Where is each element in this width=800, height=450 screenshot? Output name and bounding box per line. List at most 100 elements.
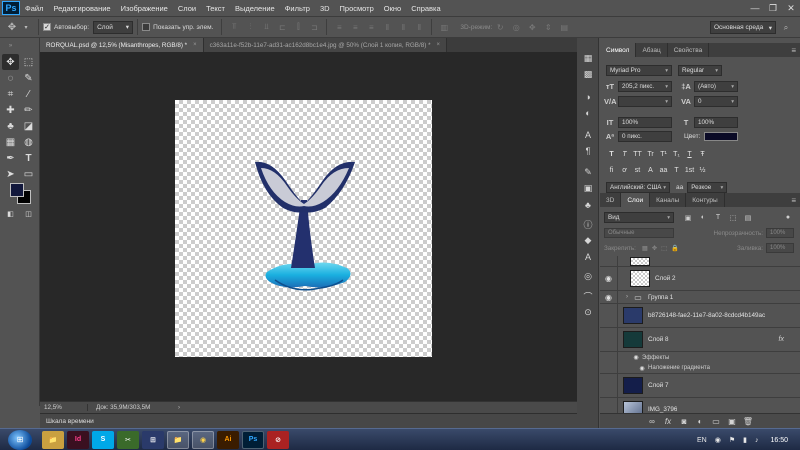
visibility-cell[interactable] <box>600 304 618 327</box>
distribute-top-icon[interactable]: ≡ <box>333 21 345 33</box>
channels-icon[interactable]: ◎ <box>581 270 595 283</box>
text-icon[interactable]: A <box>581 250 595 263</box>
blur-tool-icon[interactable]: ◍ <box>20 134 37 150</box>
visibility-cell[interactable] <box>600 256 618 266</box>
visibility-cell[interactable] <box>600 374 618 397</box>
autoselect-checkbox[interactable]: ✓ <box>43 23 51 31</box>
font-size-field[interactable]: 205,2 пикс. ▾ <box>618 81 672 92</box>
type-tool-icon[interactable]: T <box>20 150 37 166</box>
adjustments-icon[interactable]: ◐ <box>581 106 595 119</box>
default-colors-icon[interactable]: ◧ <box>2 206 19 222</box>
trash-icon[interactable]: 🗑 <box>743 416 754 427</box>
menu-layers[interactable]: Слои <box>173 4 201 13</box>
panel-menu-icon[interactable]: ≡ <box>791 193 796 207</box>
opacity-field[interactable]: 100% <box>766 228 794 238</box>
stylistic-alternates-button[interactable]: aa <box>658 165 669 176</box>
eye-icon[interactable]: ◉ <box>636 363 648 373</box>
antialias-select[interactable]: Резкое ▾ <box>687 182 728 193</box>
canvas-area[interactable] <box>40 52 598 401</box>
text-color-swatch[interactable] <box>704 132 739 141</box>
quick-mask-icon[interactable]: ◫ <box>20 206 37 222</box>
minimize-button[interactable]: — <box>746 0 764 16</box>
tab-properties[interactable]: Свойства <box>668 43 710 57</box>
visibility-cell[interactable]: ◉ <box>600 291 618 303</box>
eraser-tool-icon[interactable]: ◪ <box>20 118 37 134</box>
menu-help[interactable]: Справка <box>406 4 445 13</box>
taskbar-app5[interactable]: ⊞ <box>142 430 164 449</box>
move-tool-icon[interactable]: ✥ <box>6 21 18 33</box>
move-tool-icon[interactable]: ✥ <box>2 54 19 70</box>
layer-row-sloi-2[interactable]: ◉ Слой 2 <box>600 267 800 291</box>
distribute-left-icon[interactable]: ‖ <box>381 21 393 33</box>
layer-row-sloi-7[interactable]: Слой 7 <box>600 374 800 398</box>
type-filter-icon[interactable]: T <box>712 213 724 223</box>
layer-group-1[interactable]: ◉ › ▭ Группа 1 <box>600 291 800 304</box>
tray-flag-icon[interactable]: ⚑ <box>729 436 735 444</box>
panel-menu-icon[interactable]: ≡ <box>791 43 796 57</box>
info-icon[interactable]: ⓘ <box>581 218 595 231</box>
align-right-icon[interactable]: ⊐ <box>308 21 320 33</box>
swash-button[interactable]: A <box>645 165 656 176</box>
pen-tool-icon[interactable]: ✒ <box>2 150 19 166</box>
discretionary-ligatures-button[interactable]: st <box>632 165 643 176</box>
tab-jpg[interactable]: c363a11e-f52b-11e7-ad31-ac162d8bc1e4.jpg… <box>203 38 448 52</box>
tab-layers[interactable]: Слои <box>621 193 651 207</box>
tab-paragraph[interactable]: Абзац <box>636 43 668 57</box>
path-select-tool-icon[interactable]: ➤ <box>2 166 19 182</box>
font-style-select[interactable]: Regular ▾ <box>678 65 722 76</box>
character-icon[interactable]: A <box>581 128 595 141</box>
ordinals-button[interactable]: 1st <box>684 165 695 176</box>
taskbar-app10[interactable]: ⊘ <box>267 430 289 449</box>
auto-align-icon[interactable]: ▥ <box>438 21 450 33</box>
menu-window[interactable]: Окно <box>379 4 406 13</box>
rotate-3d-icon[interactable]: ↻ <box>494 21 506 33</box>
color-icon[interactable]: ◑ <box>581 90 595 103</box>
start-button[interactable]: ⊞ <box>8 429 32 450</box>
underline-button[interactable]: T <box>684 149 695 160</box>
small-caps-button[interactable]: Tr <box>645 149 656 160</box>
taskbar-app4[interactable]: ✂ <box>117 430 139 449</box>
tracking-field[interactable]: 0 ▾ <box>694 96 738 107</box>
strikethrough-button[interactable]: Ŧ <box>697 149 708 160</box>
faux-bold-button[interactable]: T <box>606 149 617 160</box>
marquee-tool-icon[interactable]: ⬚ <box>20 54 37 70</box>
menu-view[interactable]: Просмотр <box>335 4 379 13</box>
scale-3d-icon[interactable]: ▤ <box>558 21 570 33</box>
brush-icon[interactable]: ✎ <box>581 166 595 179</box>
gradient-tool-icon[interactable]: ▦ <box>2 134 19 150</box>
collapse-icon[interactable]: » <box>2 38 19 54</box>
contextual-alternates-button[interactable]: ơ <box>619 165 630 176</box>
taskbar-illustrator[interactable]: Ai <box>217 430 239 449</box>
crop-tool-icon[interactable]: ⌗ <box>2 86 19 102</box>
all-caps-button[interactable]: TT <box>632 149 643 160</box>
filter-toggle-icon[interactable]: ● <box>782 213 794 223</box>
layer-row[interactable] <box>600 256 800 267</box>
language-select[interactable]: Английский: США ▾ <box>606 182 670 193</box>
faux-italic-button[interactable]: T <box>619 149 630 160</box>
fill-field[interactable]: 100% <box>766 243 794 253</box>
taskbar-indesign[interactable]: Id <box>67 430 89 449</box>
lock-artboard-icon[interactable]: ⬚ <box>661 245 667 252</box>
3d-icon[interactable]: ◆ <box>581 234 595 247</box>
history-icon[interactable]: ▦ <box>581 52 595 65</box>
volume-icon[interactable]: ♪ <box>755 437 759 444</box>
tray-app-icon[interactable]: ◉ <box>715 436 721 444</box>
mask-icon[interactable]: ◙ <box>679 416 690 427</box>
distribute-hcenter-icon[interactable]: ‖ <box>397 21 409 33</box>
blend-mode-select[interactable]: Обычные <box>604 228 674 238</box>
eyedropper-tool-icon[interactable]: ⁄ <box>20 86 37 102</box>
tab-character[interactable]: Символ <box>600 43 637 57</box>
autoselect-dropdown[interactable]: Слой ▾ <box>93 20 134 34</box>
workspace-dropdown[interactable]: Основная среда ▾ <box>710 21 776 34</box>
tab-paths[interactable]: Контуры <box>686 193 725 207</box>
effects-row[interactable]: ◉ Эффекты <box>600 352 800 363</box>
horizontal-scale-field[interactable]: 100% <box>694 117 738 128</box>
new-group-icon[interactable]: ▭ <box>711 416 722 427</box>
brush-tool-icon[interactable]: ✏ <box>20 102 37 118</box>
document-canvas[interactable] <box>175 100 432 357</box>
tab-channels[interactable]: Каналы <box>650 193 687 207</box>
gradient-overlay-row[interactable]: ◉ Наложение градиента <box>600 363 800 374</box>
stamp-tool-icon[interactable]: ♣ <box>2 118 19 134</box>
kind-filter-select[interactable]: Вид ▾ <box>604 212 674 223</box>
distribute-bottom-icon[interactable]: ≡ <box>365 21 377 33</box>
